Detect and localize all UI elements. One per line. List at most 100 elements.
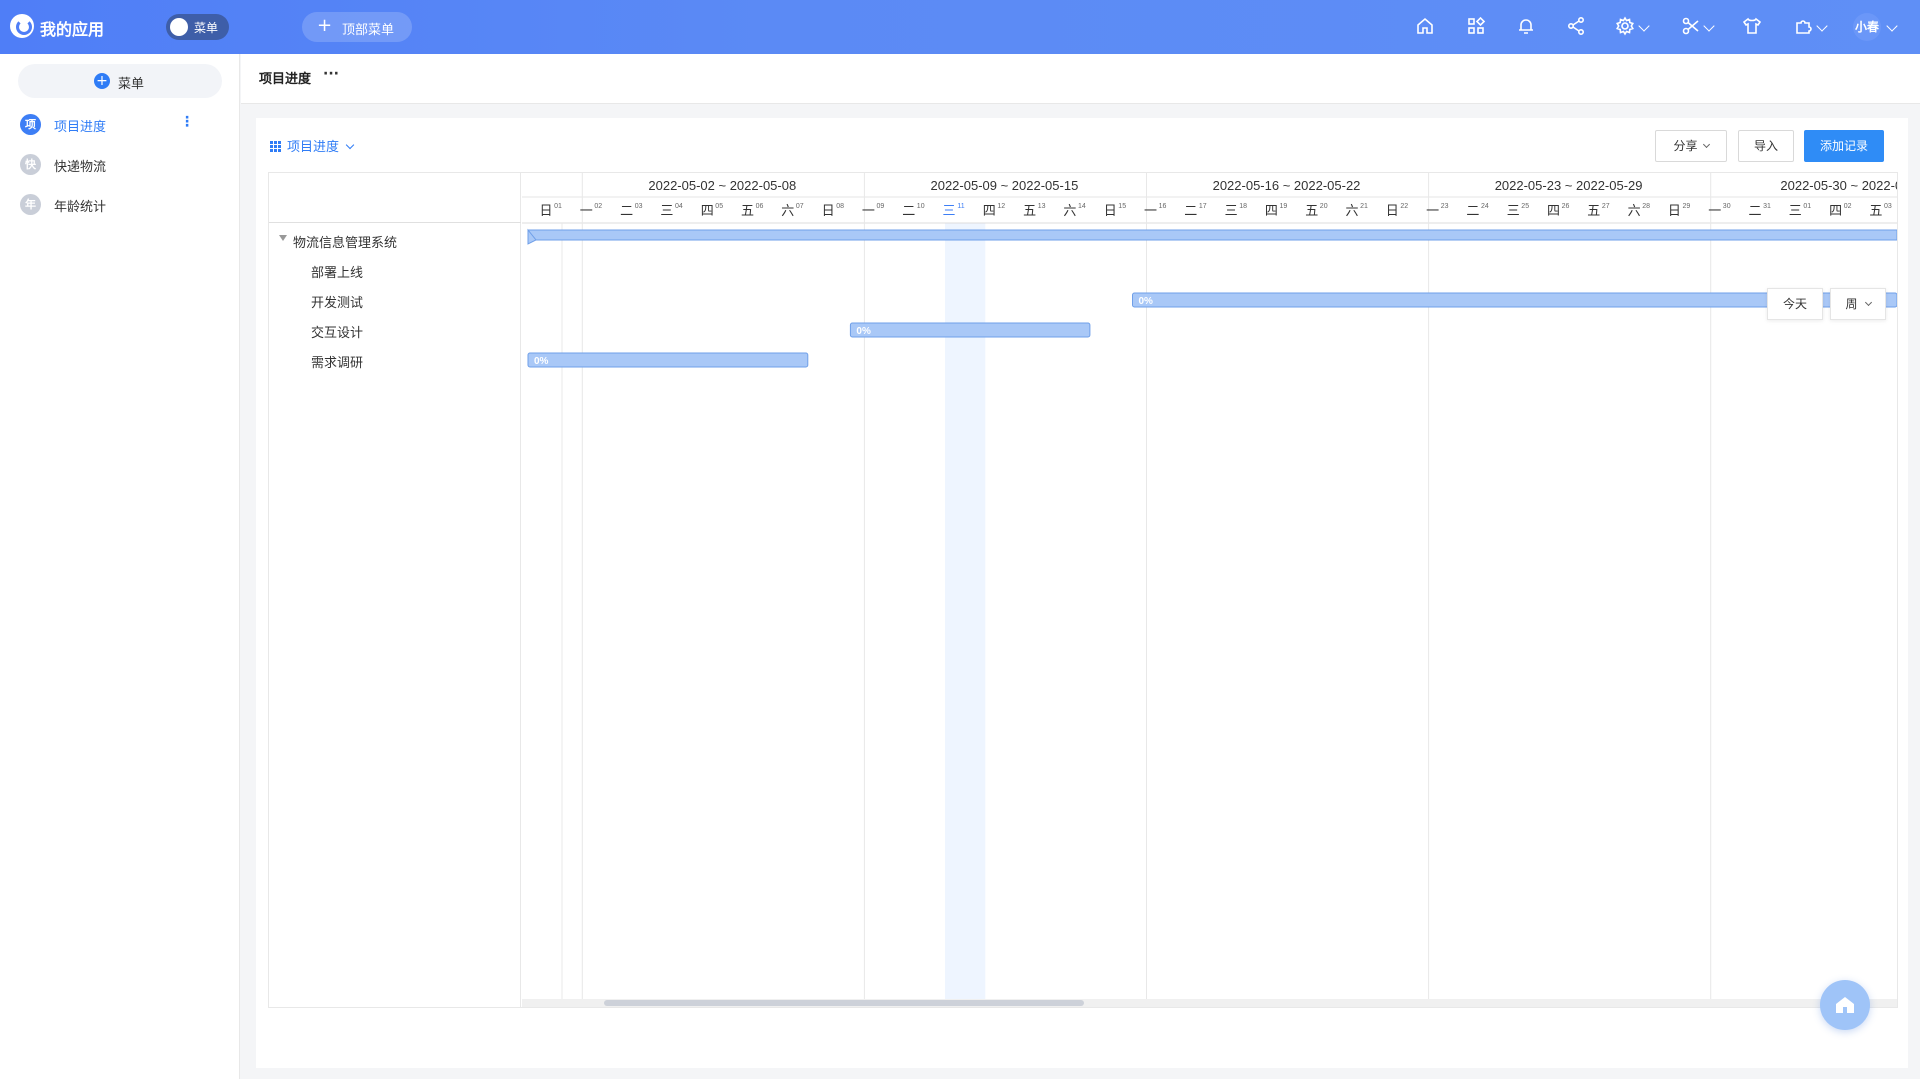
week-label: 2022-05-16 ~ 2022-05-22	[1213, 178, 1361, 193]
user-chevron-down-icon[interactable]	[1886, 20, 1898, 32]
day-number-label: 26	[1562, 203, 1570, 210]
task-name: 交互设计	[311, 326, 364, 341]
today-column	[945, 223, 986, 999]
day-weekday-label: 五	[1305, 204, 1318, 219]
day-number-label: 18	[1239, 203, 1247, 210]
sidebar-item-express-logistics[interactable]: 快 快递物流	[0, 144, 240, 184]
add-menu-button[interactable]: + 菜单	[18, 64, 222, 98]
day-weekday-label: 二	[620, 204, 633, 219]
add-top-menu-button[interactable]: + 顶部菜单	[302, 12, 412, 42]
day-weekday-label: 日	[1386, 204, 1399, 219]
day-weekday-label: 四	[1265, 204, 1278, 219]
day-number-label: 08	[836, 203, 844, 210]
chevron-down-icon	[1864, 298, 1872, 307]
group-summary-bar	[527, 229, 1897, 241]
day-number-label: 21	[1360, 203, 1368, 210]
day-weekday-label: 四	[1547, 204, 1560, 219]
day-weekday-label: 二	[1466, 204, 1479, 219]
day-number-label: 02	[594, 203, 602, 210]
share-icon[interactable]	[1566, 16, 1590, 40]
page-more-icon[interactable]: ···	[323, 66, 339, 82]
plugin-chevron-down-icon[interactable]	[1816, 20, 1828, 32]
week-label: 2022-05-02 ~ 2022-05-08	[648, 178, 796, 193]
task-name: 物流信息管理系统	[293, 236, 398, 251]
app-logo-icon[interactable]	[10, 14, 34, 38]
scale-select[interactable]: 周	[1830, 288, 1886, 320]
day-number-label: 15	[1118, 203, 1126, 210]
tools-icon[interactable]	[1681, 16, 1705, 40]
day-number-label: 30	[1723, 203, 1731, 210]
plus-circle-icon: +	[94, 73, 110, 89]
task-progress-label: 0%	[534, 356, 549, 367]
day-number-label: 01	[554, 203, 562, 210]
day-weekday-label: 六	[1345, 204, 1358, 219]
day-number-label: 24	[1481, 203, 1489, 210]
scale-label: 周	[1845, 297, 1858, 311]
shirt-icon[interactable]	[1742, 16, 1766, 40]
collapse-caret-icon[interactable]	[279, 235, 287, 241]
day-number-label: 13	[1038, 203, 1046, 210]
settings-icon[interactable]	[1615, 16, 1639, 40]
chevron-down-icon	[345, 140, 355, 150]
home-icon[interactable]	[1415, 16, 1439, 40]
task-row[interactable]: 需求调研	[269, 345, 521, 375]
view-selector[interactable]: 项目进度	[270, 136, 355, 155]
app-title[interactable]: 我的应用	[40, 16, 104, 40]
day-weekday-label: 日	[1104, 204, 1117, 219]
day-number-label: 23	[1441, 203, 1449, 210]
import-button[interactable]: 导入	[1738, 130, 1794, 162]
sidebar-item-project-progress[interactable]: 项 项目进度 ⋮	[0, 104, 240, 144]
day-number-label: 10	[917, 203, 925, 210]
day-number-label: 29	[1683, 203, 1691, 210]
horizontal-scrollbar[interactable]	[522, 999, 1897, 1007]
week-label: 2022-05-30 ~ 2022-06-0	[1780, 178, 1897, 193]
task-row[interactable]: 交互设计	[269, 315, 521, 345]
bell-icon[interactable]	[1516, 16, 1540, 40]
day-weekday-label: 六	[1063, 204, 1076, 219]
task-bar	[849, 322, 1091, 338]
sidebar-item-age-stats[interactable]: 年 年龄统计	[0, 184, 240, 224]
task-row[interactable]: 部署上线	[269, 255, 521, 285]
day-number-label: 20	[1320, 203, 1328, 210]
today-label: 今天	[1782, 297, 1807, 311]
task-row[interactable]: 开发测试	[269, 285, 521, 315]
sidebar-item-badge: 快	[20, 154, 41, 175]
scrollbar-thumb[interactable]	[604, 1000, 1084, 1006]
day-weekday-label: 一	[862, 204, 875, 219]
settings-chevron-down-icon[interactable]	[1638, 20, 1650, 32]
day-weekday-label: 三	[1789, 204, 1802, 219]
add-menu-label: 菜单	[118, 77, 145, 92]
home-fab-button[interactable]	[1820, 980, 1870, 1030]
share-label: 分享	[1673, 139, 1698, 153]
day-weekday-label: 日	[539, 204, 552, 219]
gantt-timeline[interactable]: 2022-05-02 ~ 2022-05-08 2022-05-09 ~ 2022…	[522, 173, 1897, 1007]
task-bar	[527, 352, 809, 368]
chevron-down-icon	[1702, 140, 1710, 149]
day-number-label: 03	[1884, 203, 1892, 210]
day-number-label: 06	[756, 203, 764, 210]
day-weekday-label: 五	[741, 204, 754, 219]
gantt-task-list-header	[269, 173, 521, 223]
apps-icon[interactable]	[1466, 16, 1490, 40]
day-number-label: 11	[957, 203, 964, 210]
day-weekday-label: 三	[1507, 204, 1520, 219]
day-weekday-label: 五	[1023, 204, 1036, 219]
day-weekday-label: 三	[942, 204, 955, 219]
task-row-group[interactable]: 物流信息管理系统	[269, 225, 521, 255]
day-weekday-label: 六	[1628, 204, 1641, 219]
day-weekday-label: 三	[1225, 204, 1238, 219]
day-number-label: 28	[1642, 203, 1650, 210]
today-button[interactable]: 今天	[1767, 288, 1823, 320]
day-number-label: 04	[675, 203, 683, 210]
tools-chevron-down-icon[interactable]	[1703, 20, 1715, 32]
day-number-label: 07	[796, 203, 804, 210]
menu-toggle[interactable]: 菜单	[166, 14, 229, 40]
gantt-task-list: 物流信息管理系统 部署上线 开发测试 交互设计 需求调研	[269, 173, 521, 1007]
add-record-button[interactable]: 添加记录	[1804, 130, 1884, 162]
more-vertical-icon[interactable]: ⋮	[180, 114, 194, 130]
page-title: 项目进度	[259, 72, 312, 87]
user-avatar[interactable]: 小春	[1853, 13, 1881, 41]
day-number-label: 02	[1844, 203, 1852, 210]
plugin-icon[interactable]	[1794, 16, 1818, 40]
share-button[interactable]: 分享	[1655, 130, 1727, 162]
